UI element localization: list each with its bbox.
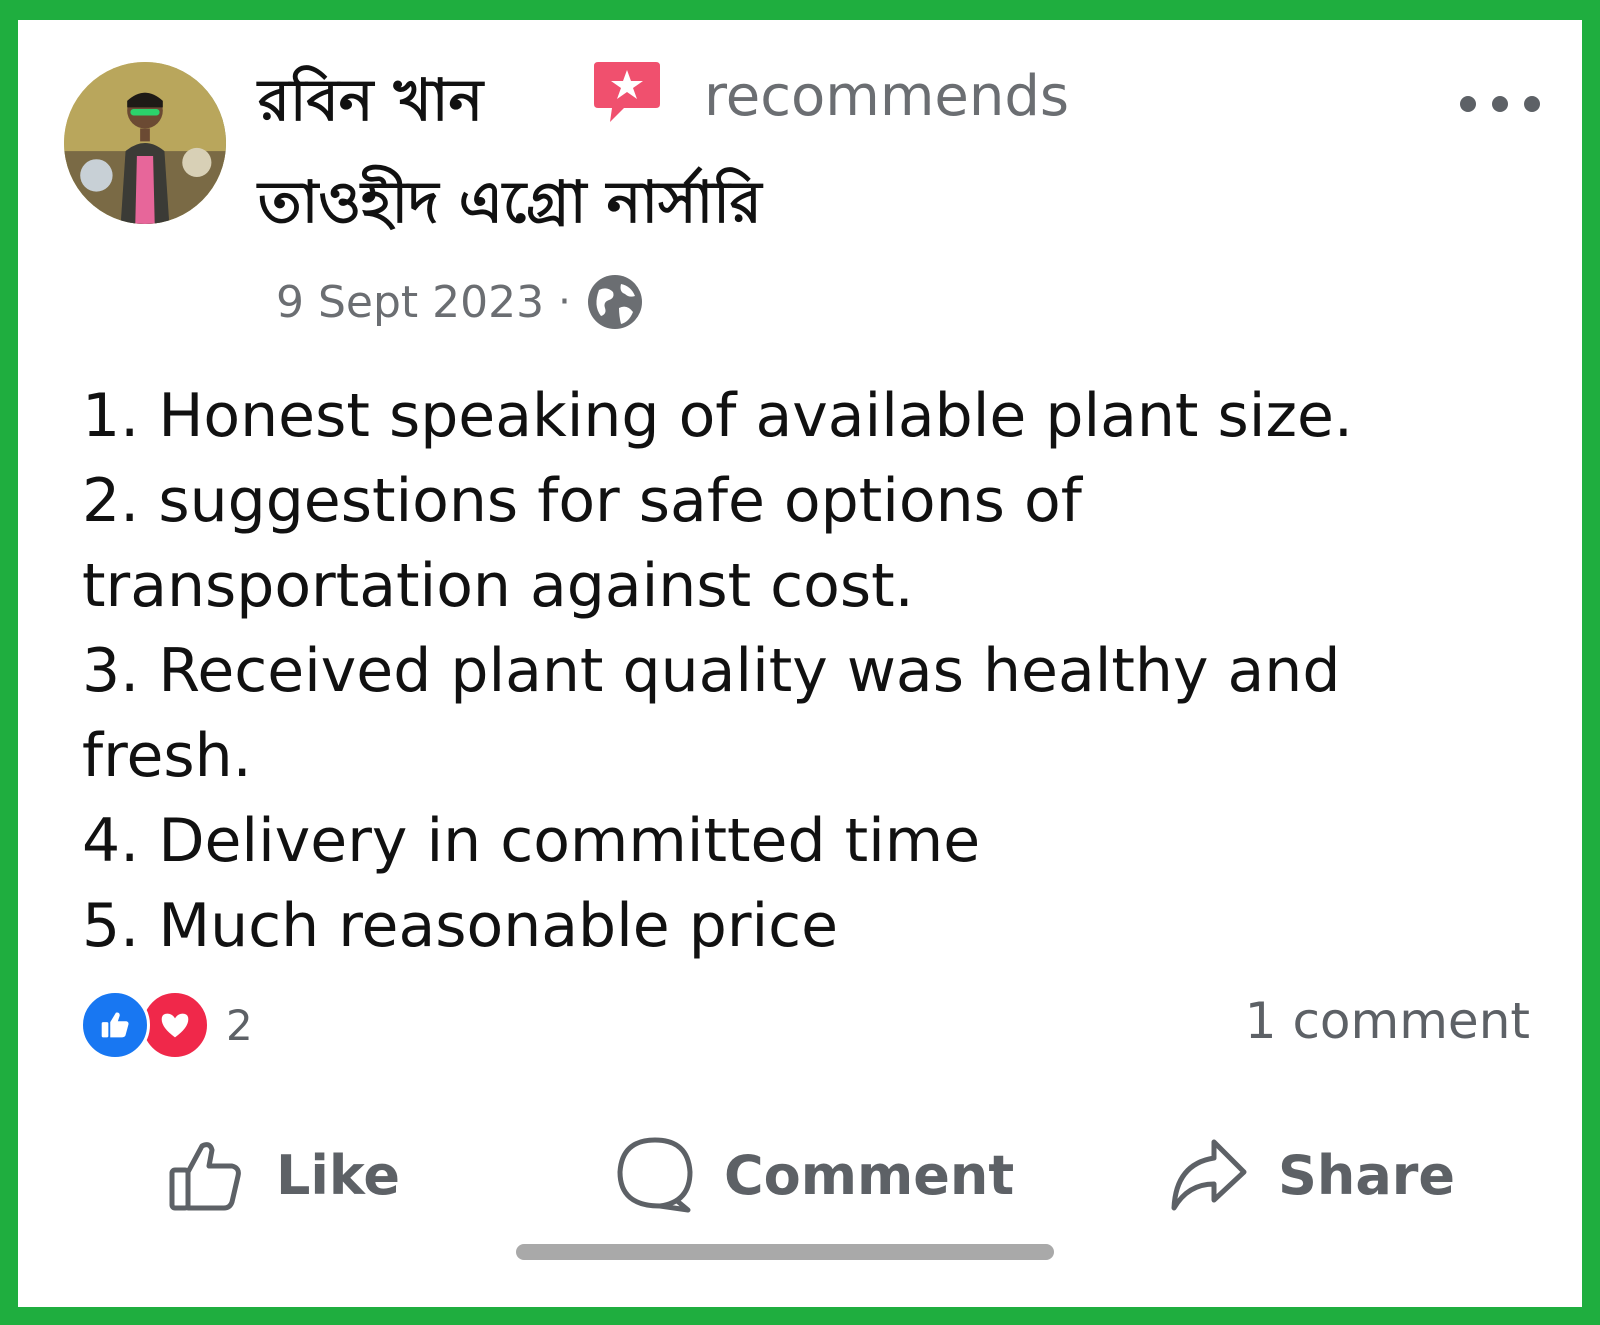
post-body: 1. Honest speaking of available plant si…	[82, 374, 1522, 969]
like-button[interactable]: Like	[166, 1120, 400, 1230]
post-body-line: 2. suggestions for safe options of	[82, 466, 1082, 536]
share-arrow-icon	[1171, 1139, 1247, 1211]
post-body-line: 5. Much reasonable price	[82, 891, 839, 961]
author-avatar[interactable]	[64, 62, 226, 224]
globe-icon	[587, 275, 642, 329]
like-icon	[80, 990, 150, 1060]
recommends-label: recommends	[704, 64, 1070, 129]
comment-count[interactable]: 1 comment	[1245, 992, 1530, 1050]
like-label: Like	[276, 1143, 401, 1207]
post-body-line: fresh.	[82, 721, 252, 791]
post-card: রবিন খান recommends তাওহীদ এগ্রো নার্সার…	[18, 20, 1582, 1307]
post-body-line: transportation against cost.	[82, 551, 914, 621]
recommendation-star-icon	[590, 56, 664, 130]
meta-separator: ·	[558, 279, 571, 325]
share-label: Share	[1278, 1143, 1456, 1207]
more-options-icon[interactable]	[1460, 86, 1540, 122]
reaction-count: 2	[226, 1000, 253, 1050]
recommended-page-name[interactable]: তাওহীদ এগ্রো নার্সারি	[258, 158, 762, 255]
post-date[interactable]: 9 Sept 2023	[276, 277, 544, 328]
post-body-line: 3. Received plant quality was healthy an…	[82, 636, 1341, 706]
reaction-summary[interactable]: 2	[80, 990, 253, 1060]
share-button[interactable]: Share	[1168, 1120, 1455, 1230]
thumbs-up-icon	[169, 1142, 241, 1211]
post-body-line: 1. Honest speaking of available plant si…	[82, 381, 1353, 451]
speech-bubble-icon	[617, 1137, 693, 1213]
post-meta: 9 Sept 2023 ·	[276, 272, 645, 332]
comment-button[interactable]: Comment	[614, 1120, 1014, 1230]
love-icon	[140, 990, 210, 1060]
author-name[interactable]: রবিন খান	[258, 56, 483, 153]
comment-label: Comment	[724, 1143, 1015, 1207]
home-indicator[interactable]	[516, 1244, 1054, 1260]
action-bar: Like Comment Share	[18, 1120, 1582, 1240]
post-body-line: 4. Delivery in committed time	[82, 806, 981, 876]
